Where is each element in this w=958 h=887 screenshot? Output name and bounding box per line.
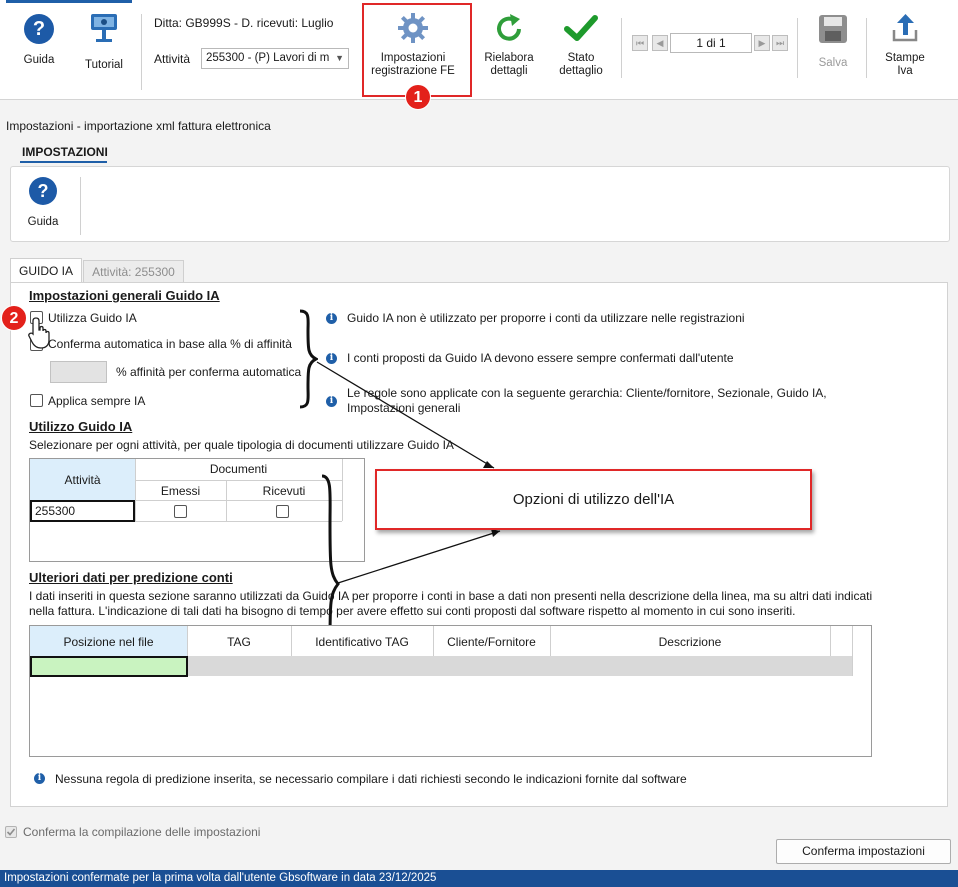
ulteriori-desc-line-2: nella fattura. L'indicazione di tali dat… xyxy=(29,604,796,618)
grid-header-tag: TAG xyxy=(227,635,251,649)
grid-header-cliente-fornitore: Cliente/Fornitore xyxy=(447,635,536,649)
grid-line xyxy=(852,626,853,676)
arrow-line xyxy=(337,530,501,584)
grid-header-descrizione: Descrizione xyxy=(658,635,722,649)
section-title-ulteriori-dati: Ulteriori dati per predizione conti xyxy=(29,570,233,585)
info-icon: i xyxy=(34,773,45,784)
status-bar: Impostazioni confermate per la prima vol… xyxy=(0,870,958,887)
grid-new-row[interactable] xyxy=(187,656,852,676)
ulteriori-desc-line-1: I dati inseriti in questa sezione sarann… xyxy=(29,589,873,603)
conferma-compilazione-checkbox[interactable] xyxy=(5,826,17,838)
nessuna-regola-note: Nessuna regola di predizione inserita, s… xyxy=(55,772,687,786)
annotation-opzioni-ia: Opzioni di utilizzo dell'IA xyxy=(375,469,812,530)
conferma-compilazione-label: Conferma la compilazione delle impostazi… xyxy=(23,825,261,839)
arrow-head-icon xyxy=(491,529,500,537)
predizione-grid: Posizione nel file TAG Identificativo TA… xyxy=(29,625,872,757)
grid-header-identificativo: Identificativo TAG xyxy=(315,635,409,649)
conferma-impostazioni-button[interactable]: Conferma impostazioni xyxy=(776,839,951,864)
check-icon xyxy=(6,828,16,836)
arrow-line xyxy=(316,361,495,469)
grid-header-posizione: Posizione nel file xyxy=(63,635,154,649)
grid-cell-posizione[interactable] xyxy=(30,656,188,677)
